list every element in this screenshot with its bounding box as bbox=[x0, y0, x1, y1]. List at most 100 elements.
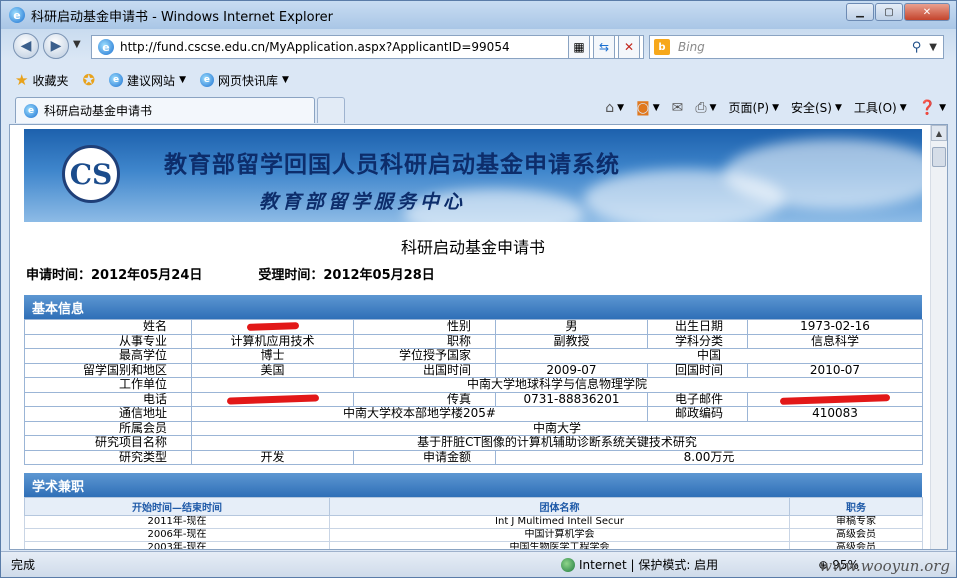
safety-menu[interactable]: 安全(S) ▼ bbox=[791, 99, 842, 116]
table-row: 2003年-现在 中国生物医学工程学会 高级会员 bbox=[24, 541, 923, 549]
close-button[interactable]: ✕ bbox=[904, 3, 950, 21]
search-placeholder[interactable]: Bing bbox=[678, 40, 912, 54]
stop-icon[interactable]: ✕ bbox=[618, 35, 640, 59]
table-row: 通信地址 中南大学校本部地学楼205# 邮政编码 410083 bbox=[24, 406, 923, 422]
address-bar[interactable]: e http://fund.cscse.edu.cn/MyApplication… bbox=[91, 35, 644, 59]
banner-title: 教育部留学回国人员科研启动基金申请系统 bbox=[164, 151, 620, 178]
ie-logo-icon: e bbox=[9, 7, 25, 23]
logo-text: CS bbox=[69, 157, 113, 191]
table-cell: 2011年-现在 bbox=[24, 515, 330, 529]
table-row: 电话 传真 0731-88836201 电子邮件 bbox=[24, 391, 923, 407]
window-title: 科研启动基金申请书 - Windows Internet Explorer bbox=[31, 9, 333, 25]
page-menu[interactable]: 页面(P) ▼ bbox=[728, 99, 779, 116]
subject-value: 信息科学 bbox=[747, 333, 923, 349]
gender-value: 男 bbox=[495, 319, 648, 335]
maximize-button[interactable]: ▢ bbox=[875, 3, 903, 21]
help-button[interactable]: ❓ ▼ bbox=[919, 100, 946, 116]
title-label: 职称 bbox=[353, 333, 496, 349]
table-row: 最高学位 博士 学位授予国家 中国 bbox=[24, 348, 923, 364]
tab-page-icon: e bbox=[24, 103, 38, 118]
name-value-redacted bbox=[191, 319, 354, 335]
tools-menu[interactable]: 工具(O) ▼ bbox=[854, 99, 907, 116]
academic-table: 开始时间—结束时间 团体名称 职务 2011年-现在 Int J Multime… bbox=[24, 497, 923, 549]
scroll-up-icon[interactable]: ▲ bbox=[931, 125, 947, 141]
favorites-bar: ★ 收藏夹 ✪ e 建议网站 ▼ e 网页快讯库 ▼ bbox=[1, 67, 956, 93]
column-header: 职务 bbox=[789, 497, 923, 516]
project-value: 基于肝脏CT图像的计算机辅助诊断系统关键技术研究 bbox=[191, 435, 923, 451]
forward-button[interactable]: ▶ bbox=[43, 33, 69, 59]
command-bar: ⌂ ▼ ◙ ▼ ✉ ⎙ ▼ 页面(P) ▼ 安全(S) ▼ 工具(O) ▼ ❓ ▼ bbox=[605, 99, 946, 116]
tools-menu-label: 工具(O) bbox=[853, 101, 897, 115]
back-button[interactable]: ◀ bbox=[13, 33, 39, 59]
table-row: 姓名 性别 男 出生日期 1973-02-16 bbox=[24, 319, 923, 335]
table-cell: 中国计算机学会 bbox=[329, 528, 790, 542]
window-controls: ▁ ▢ ✕ bbox=[846, 3, 950, 21]
table-cell: Int J Multimed Intell Secur bbox=[329, 515, 790, 529]
address-url[interactable]: http://fund.cscse.edu.cn/MyApplication.a… bbox=[120, 40, 629, 54]
chevron-down-icon: ▼ bbox=[179, 75, 186, 85]
home-button[interactable]: ⌂ ▼ bbox=[605, 100, 624, 116]
search-box[interactable]: b Bing ⚲ ▼ bbox=[649, 35, 944, 59]
suggested-sites-link[interactable]: e 建议网站 ▼ bbox=[109, 72, 186, 89]
address-row: ◀ ▶ ▼ e http://fund.cscse.edu.cn/MyAppli… bbox=[1, 31, 956, 63]
add-favorite-button[interactable]: ✪ bbox=[82, 71, 95, 89]
compat-view-icon[interactable]: ▦ bbox=[568, 35, 590, 59]
refresh-icon[interactable]: ⇆ bbox=[593, 35, 615, 59]
vertical-scrollbar[interactable]: ▲ bbox=[930, 125, 947, 549]
new-tab-button[interactable] bbox=[317, 97, 345, 123]
history-dropdown-icon[interactable]: ▼ bbox=[73, 39, 81, 50]
basic-info-section: 基本信息 姓名 性别 男 出生日期 1973-02-16 从事专业 计算机应用技… bbox=[24, 295, 923, 465]
type-value: 开发 bbox=[191, 449, 354, 465]
table-cell: 2006年-现在 bbox=[24, 528, 330, 542]
address-value: 中南大学校本部地学楼205# bbox=[191, 406, 648, 422]
type-label: 研究类型 bbox=[24, 449, 192, 465]
watermark-text: www.wooyun.org bbox=[819, 557, 950, 575]
project-label: 研究项目名称 bbox=[24, 435, 192, 451]
globe-icon bbox=[561, 557, 575, 572]
page-menu-label: 页面(P) bbox=[728, 101, 770, 115]
tab-active[interactable]: e 科研启动基金申请书 bbox=[15, 97, 315, 123]
member-value: 中南大学 bbox=[191, 420, 923, 436]
search-icon[interactable]: ⚲ bbox=[912, 40, 930, 55]
print-button[interactable]: ⎙ ▼ bbox=[695, 100, 716, 116]
member-label: 所属会员 bbox=[24, 420, 192, 436]
chevron-down-icon: ▼ bbox=[282, 75, 289, 85]
degree-value: 博士 bbox=[191, 348, 354, 364]
study-country-label: 留学国别和地区 bbox=[24, 362, 192, 378]
cscse-logo-icon: CS bbox=[62, 145, 120, 203]
phone-value-redacted bbox=[191, 391, 354, 407]
basic-info-heading: 基本信息 bbox=[24, 295, 922, 319]
search-dropdown-icon[interactable]: ▼ bbox=[929, 42, 943, 53]
tab-row: e 科研启动基金申请书 ⌂ ▼ ◙ ▼ ✉ ⎙ ▼ 页面(P) ▼ 安全(S) ▼ 工具(… bbox=[1, 95, 956, 123]
gender-label: 性别 bbox=[353, 319, 496, 335]
basic-info-table: 姓名 性别 男 出生日期 1973-02-16 从事专业 计算机应用技术 职称 … bbox=[24, 319, 923, 465]
table-row: 2011年-现在 Int J Multimed Intell Secur 审稿专… bbox=[24, 515, 923, 529]
degree-label: 最高学位 bbox=[24, 348, 192, 364]
mail-button[interactable]: ✉ bbox=[672, 100, 684, 116]
table-cell: 审稿专家 bbox=[789, 515, 923, 529]
postcode-label: 邮政编码 bbox=[647, 406, 748, 422]
tab-label: 科研启动基金申请书 bbox=[44, 104, 153, 118]
column-header: 团体名称 bbox=[329, 497, 790, 516]
phone-label: 电话 bbox=[24, 391, 192, 407]
table-row: 2006年-现在 中国计算机学会 高级会员 bbox=[24, 528, 923, 542]
minimize-button[interactable]: ▁ bbox=[846, 3, 874, 21]
feeds-button[interactable]: ◙ ▼ bbox=[636, 100, 660, 116]
web-slice-icon: e bbox=[199, 73, 214, 87]
security-zone[interactable]: Internet | 保护模式: 启用 bbox=[561, 556, 718, 573]
scroll-thumb[interactable] bbox=[932, 147, 946, 167]
study-country-value: 美国 bbox=[191, 362, 354, 378]
web-slice-gallery-link[interactable]: e 网页快讯库 ▼ bbox=[199, 72, 289, 89]
favorites-label: 收藏夹 bbox=[32, 73, 69, 88]
table-row: 留学国别和地区 美国 出国时间 2009-07 回国时间 2010-07 bbox=[24, 362, 923, 378]
zone-label: Internet | 保护模式: 启用 bbox=[579, 558, 719, 572]
table-header-row: 开始时间—结束时间 团体名称 职务 bbox=[24, 497, 923, 516]
table-cell: 高级会员 bbox=[789, 528, 923, 542]
birth-label: 出生日期 bbox=[647, 319, 748, 335]
favorites-button[interactable]: ★ 收藏夹 bbox=[15, 71, 68, 89]
employer-value: 中南大学地球科学与信息物理学院 bbox=[191, 377, 923, 393]
degree-country-value: 中国 bbox=[495, 348, 923, 364]
major-value: 计算机应用技术 bbox=[191, 333, 354, 349]
suggested-sites-label: 建议网站 bbox=[127, 73, 176, 88]
banner-subtitle: 教育部留学服务中心 bbox=[259, 191, 467, 213]
